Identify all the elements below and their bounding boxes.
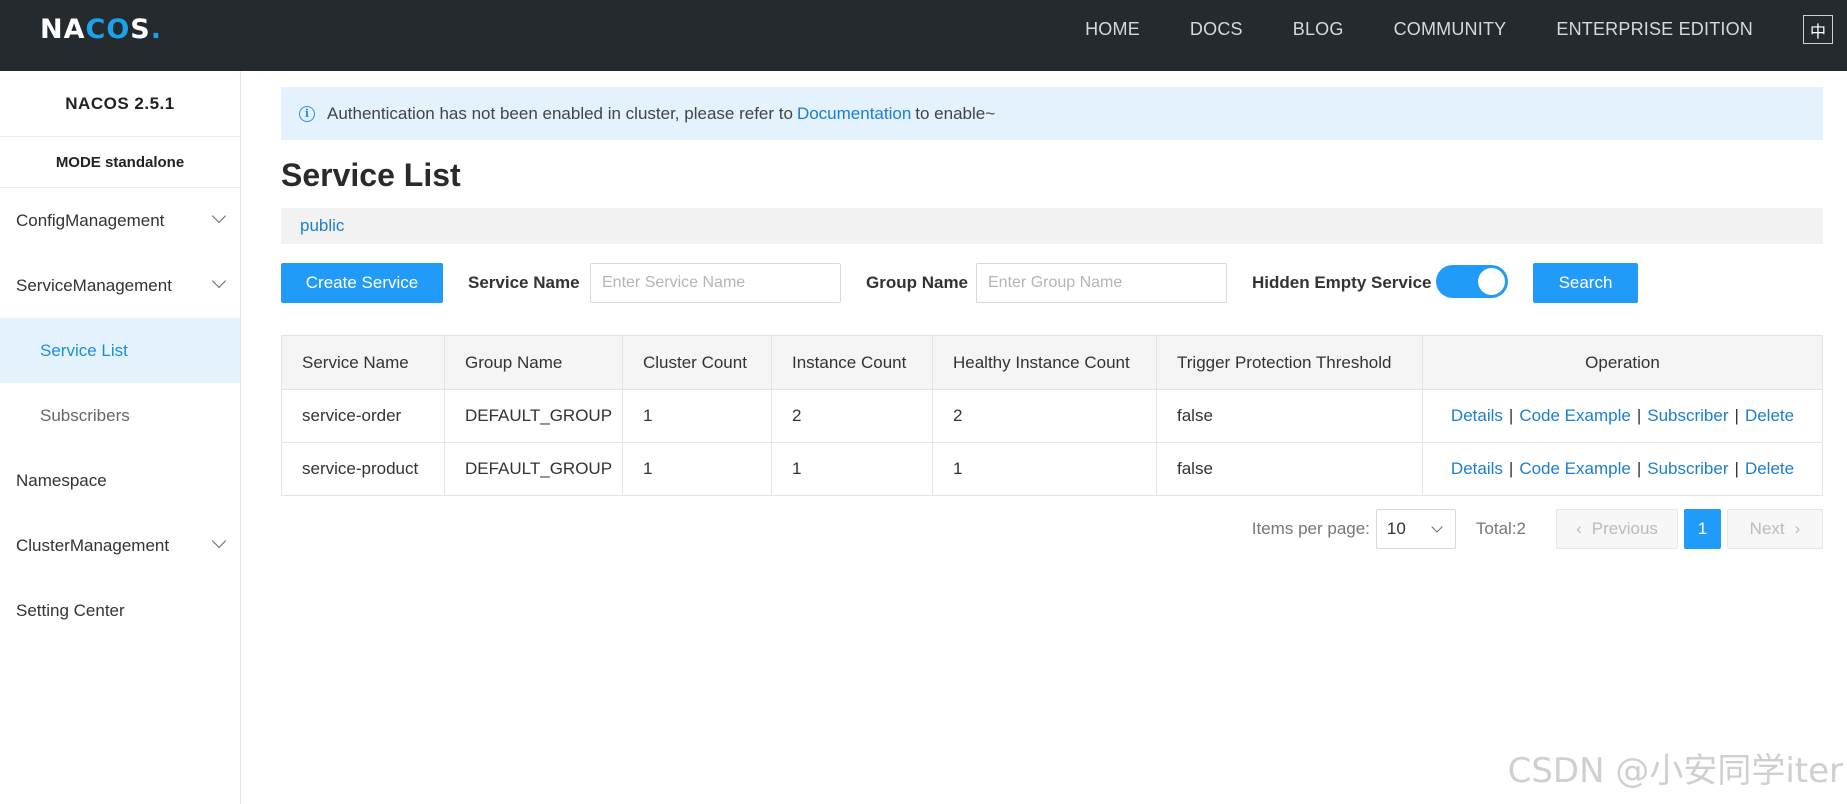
cell-protection-threshold: false xyxy=(1156,389,1423,443)
col-group-name: Group Name xyxy=(444,335,623,390)
cell-healthy-instance-count: 2 xyxy=(932,389,1157,443)
top-navbar: NA CO S. HOME DOCS BLOG COMMUNITY ENTERPRI… xyxy=(0,0,1847,71)
chevron-down-icon xyxy=(1431,521,1443,533)
sidebar-item-setting-center[interactable]: Setting Center xyxy=(0,578,240,643)
chevron-right-icon: › xyxy=(1794,519,1801,538)
cell-cluster-count: 1 xyxy=(622,442,772,496)
sidebar-item-service-management[interactable]: ServiceManagement xyxy=(0,253,240,318)
group-name-input[interactable] xyxy=(976,263,1227,303)
col-healthy-instance-count: Healthy Instance Count xyxy=(932,335,1157,390)
delete-link[interactable]: Delete xyxy=(1745,406,1794,425)
cell-instance-count: 2 xyxy=(771,389,933,443)
sidebar-item-label: Namespace xyxy=(16,470,107,490)
cell-instance-count: 1 xyxy=(771,442,933,496)
table-row: service-product DEFAULT_GROUP 1 1 1 fals… xyxy=(281,442,1823,496)
auth-notice: i Authentication has not been enabled in… xyxy=(281,87,1823,140)
logo-text-3: S xyxy=(130,13,151,45)
logo-dot: . xyxy=(150,13,162,45)
cell-operations: Details | Code Example | Subscriber | Delete xyxy=(1422,389,1823,443)
sidebar-item-config-management[interactable]: ConfigManagement xyxy=(0,188,240,253)
filter-toolbar: Create Service Service Name Group Name H… xyxy=(281,263,1823,305)
details-link[interactable]: Details xyxy=(1451,406,1503,425)
items-per-page-label: Items per page: xyxy=(1251,519,1370,538)
sidebar: NACOS 2.5.1 MODE standalone ConfigManage… xyxy=(0,71,241,804)
hidden-empty-service-toggle[interactable] xyxy=(1436,265,1508,298)
next-label: Next xyxy=(1749,519,1785,538)
sidebar-item-label: ServiceManagement xyxy=(16,275,172,295)
search-button[interactable]: Search xyxy=(1533,263,1638,303)
col-trigger-protection-threshold: Trigger Protection Threshold xyxy=(1156,335,1423,390)
chevron-down-icon xyxy=(211,533,227,549)
details-link[interactable]: Details xyxy=(1451,459,1503,478)
chevron-down-icon xyxy=(211,273,227,289)
page-title: Service List xyxy=(281,157,461,193)
sidebar-item-service-list[interactable]: Service List xyxy=(0,318,240,383)
service-name-input[interactable] xyxy=(590,263,841,303)
sidebar-item-label: ConfigManagement xyxy=(16,210,165,230)
nacos-logo[interactable]: NA CO S. xyxy=(40,13,162,45)
info-icon: i xyxy=(299,105,315,122)
code-example-link[interactable]: Code Example xyxy=(1519,406,1631,425)
cell-group-name: DEFAULT_GROUP xyxy=(444,389,623,443)
col-operation: Operation xyxy=(1422,335,1823,390)
documentation-link[interactable]: Documentation xyxy=(797,104,911,124)
previous-label: Previous xyxy=(1591,519,1658,538)
notice-text-before: Authentication has not been enabled in c… xyxy=(327,103,793,123)
namespace-public[interactable]: public xyxy=(300,216,344,236)
create-service-button[interactable]: Create Service xyxy=(281,263,443,303)
chevron-left-icon: ‹ xyxy=(1576,519,1582,538)
cell-service-name: service-order xyxy=(281,389,445,443)
nav-blog[interactable]: BLOG xyxy=(1293,19,1344,40)
cell-group-name: DEFAULT_GROUP xyxy=(444,442,623,496)
group-name-label: Group Name xyxy=(866,273,969,292)
cell-operations: Details | Code Example | Subscriber | Delete xyxy=(1422,442,1823,496)
previous-page-button[interactable]: ‹ Previous xyxy=(1556,509,1678,549)
col-instance-count: Instance Count xyxy=(771,335,933,390)
service-table: Service Name Group Name Cluster Count In… xyxy=(281,335,1823,496)
logo-text-1: NA xyxy=(40,13,86,45)
col-cluster-count: Cluster Count xyxy=(622,335,772,390)
sidebar-item-label: Subscribers xyxy=(40,405,130,425)
sidebar-item-cluster-management[interactable]: ClusterManagement xyxy=(0,513,240,578)
next-page-button[interactable]: Next › xyxy=(1727,509,1823,549)
total-count: Total:2 xyxy=(1475,519,1526,538)
service-name-label: Service Name xyxy=(468,273,580,292)
hidden-empty-service-label: Hidden Empty Service xyxy=(1252,273,1432,292)
cell-cluster-count: 1 xyxy=(622,389,772,443)
sidebar-version: NACOS 2.5.1 xyxy=(0,71,240,137)
subscriber-link[interactable]: Subscriber xyxy=(1647,406,1728,425)
subscriber-link[interactable]: Subscriber xyxy=(1647,459,1728,478)
page-1-button[interactable]: 1 xyxy=(1684,509,1721,549)
code-example-link[interactable]: Code Example xyxy=(1519,459,1631,478)
nav-home[interactable]: HOME xyxy=(1085,19,1140,40)
sidebar-item-label: Setting Center xyxy=(16,600,125,620)
language-switch-button[interactable]: 中 xyxy=(1803,15,1833,44)
sidebar-item-label: ClusterManagement xyxy=(16,535,170,555)
table-header-row: Service Name Group Name Cluster Count In… xyxy=(281,335,1823,390)
notice-text-after: to enable~ xyxy=(915,103,996,123)
toggle-knob xyxy=(1478,268,1505,295)
delete-link[interactable]: Delete xyxy=(1745,459,1794,478)
nav-docs[interactable]: DOCS xyxy=(1190,19,1243,40)
namespace-bar: public xyxy=(281,208,1823,244)
sidebar-mode: MODE standalone xyxy=(0,137,240,188)
nav-enterprise-edition[interactable]: ENTERPRISE EDITION xyxy=(1556,19,1753,40)
pagination: Items per page: 10 Total:2 ‹ Previous 1 … xyxy=(1252,509,1823,549)
items-per-page-value: 10 xyxy=(1386,519,1406,538)
sidebar-item-label: Service List xyxy=(40,340,128,360)
top-nav-links: HOME DOCS BLOG COMMUNITY ENTERPRISE EDIT… xyxy=(1035,0,1753,58)
logo-text-2: CO xyxy=(85,13,131,45)
table-row: service-order DEFAULT_GROUP 1 2 2 false … xyxy=(281,389,1823,443)
nav-community[interactable]: COMMUNITY xyxy=(1394,19,1507,40)
chevron-down-icon xyxy=(211,208,227,224)
col-service-name: Service Name xyxy=(281,335,445,390)
cell-service-name: service-product xyxy=(281,442,445,496)
watermark: CSDN @小安同学iter xyxy=(1507,751,1843,791)
cell-healthy-instance-count: 1 xyxy=(932,442,1157,496)
items-per-page-select[interactable]: 10 xyxy=(1375,509,1456,549)
cell-protection-threshold: false xyxy=(1156,442,1423,496)
sidebar-item-subscribers[interactable]: Subscribers xyxy=(0,383,240,448)
sidebar-item-namespace[interactable]: Namespace xyxy=(0,448,240,513)
